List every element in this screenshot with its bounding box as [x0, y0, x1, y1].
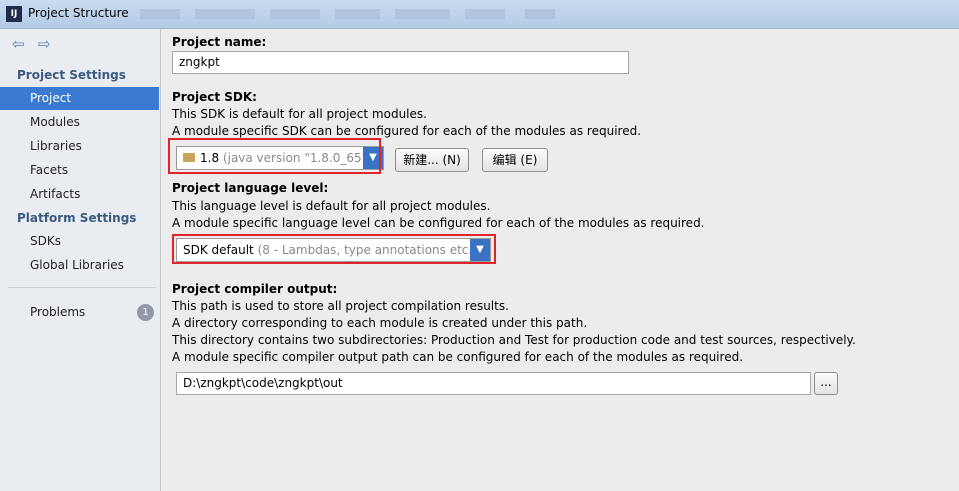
forward-arrow-icon[interactable]: ⇨: [38, 35, 51, 53]
sidebar: ⇦ ⇨ Project Settings Project Modules Lib…: [0, 29, 161, 491]
language-level-label: Project language level:: [172, 181, 329, 195]
sidebar-item-artifacts[interactable]: Artifacts: [0, 183, 160, 206]
project-sdk-label: Project SDK:: [172, 90, 257, 104]
sdk-highlight-box: [168, 138, 381, 174]
edit-sdk-button[interactable]: 编辑 (E): [482, 148, 548, 172]
sidebar-divider: [8, 287, 156, 288]
compiler-output-path-field[interactable]: D:\zngkpt\code\zngkpt\out: [176, 372, 811, 395]
project-name-label: Project name:: [172, 35, 267, 49]
title-blur: [270, 9, 320, 19]
compiler-output-desc3: This directory contains two subdirectori…: [172, 333, 856, 347]
sidebar-item-modules[interactable]: Modules: [0, 111, 160, 134]
title-bar: IJ Project Structure: [0, 0, 959, 29]
problems-count-badge: 1: [137, 304, 154, 321]
sidebar-item-project[interactable]: Project: [0, 87, 159, 110]
new-sdk-button[interactable]: 新建... (N): [395, 148, 469, 172]
back-arrow-icon[interactable]: ⇦: [12, 35, 25, 53]
compiler-output-label: Project compiler output:: [172, 282, 338, 296]
browse-button[interactable]: ...: [814, 372, 838, 395]
sidebar-item-libraries[interactable]: Libraries: [0, 135, 160, 158]
sidebar-item-facets[interactable]: Facets: [0, 159, 160, 182]
sidebar-item-sdks[interactable]: SDKs: [0, 230, 160, 253]
compiler-output-desc4: A module specific compiler output path c…: [172, 350, 744, 364]
language-level-desc1: This language level is default for all p…: [172, 199, 491, 213]
window-title: Project Structure: [28, 6, 129, 20]
project-name-field[interactable]: zngkpt: [172, 51, 629, 74]
problems-label: Problems: [30, 305, 86, 319]
title-blur: [465, 9, 505, 19]
project-sdk-desc2: A module specific SDK can be configured …: [172, 124, 642, 138]
project-sdk-desc1: This SDK is default for all project modu…: [172, 107, 427, 121]
compiler-output-desc2: A directory corresponding to each module…: [172, 316, 588, 330]
app-icon: IJ: [6, 6, 22, 22]
language-level-desc2: A module specific language level can be …: [172, 216, 705, 230]
sidebar-item-problems[interactable]: Problems 1: [0, 301, 160, 324]
title-blur: [140, 9, 180, 19]
main-panel: Project name: zngkpt Project SDK: This S…: [161, 29, 959, 491]
compiler-output-desc1: This path is used to store all project c…: [172, 299, 509, 313]
title-blur: [395, 9, 450, 19]
title-blur: [195, 9, 255, 19]
platform-settings-header: Platform Settings: [17, 211, 137, 225]
sidebar-item-global-libraries[interactable]: Global Libraries: [0, 254, 160, 277]
project-settings-header: Project Settings: [17, 68, 126, 82]
language-level-highlight-box: [172, 234, 496, 264]
title-blur: [525, 9, 555, 19]
title-blur: [335, 9, 380, 19]
